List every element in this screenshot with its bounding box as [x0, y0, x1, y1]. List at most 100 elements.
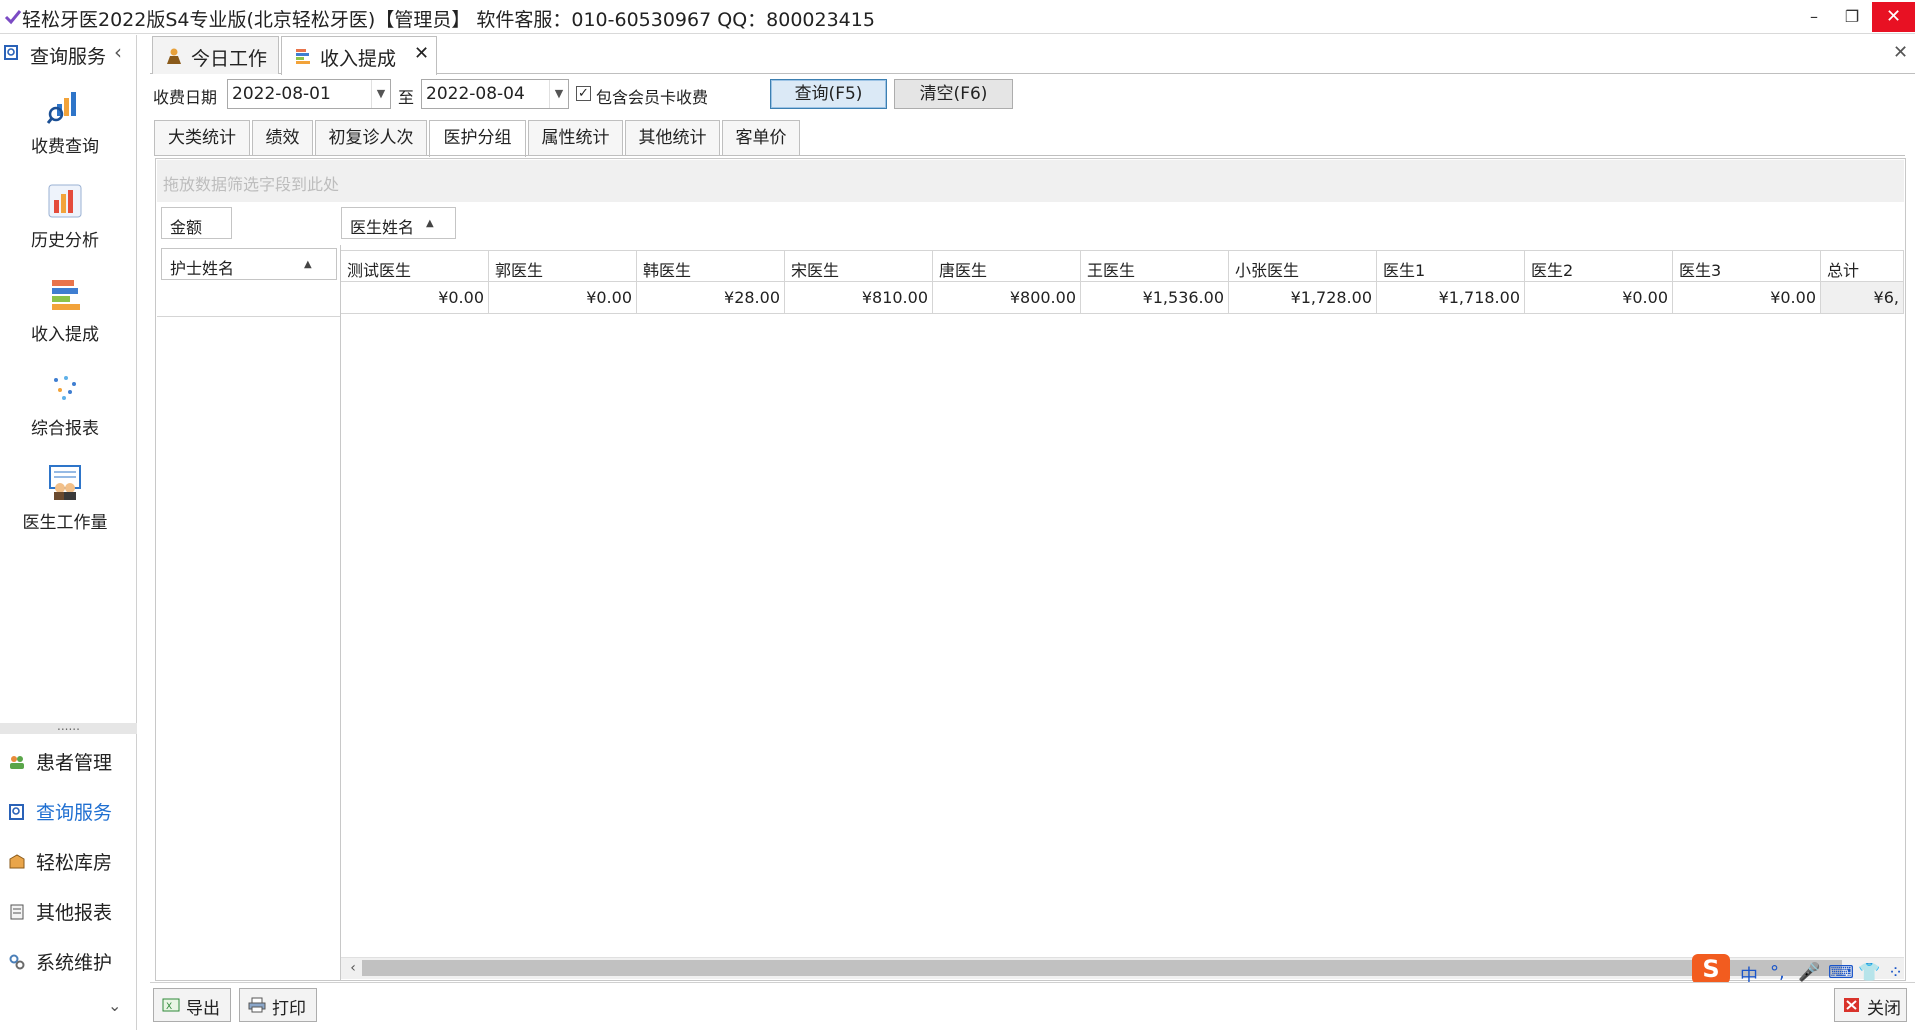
subtab-visit-count[interactable]: 初复诊人次 [315, 120, 427, 156]
sort-ascending-icon[interactable]: ▲ [304, 259, 312, 270]
value-cell[interactable]: ¥28.00 [637, 282, 785, 314]
work-person-icon [167, 48, 181, 64]
dots-report-icon [54, 376, 76, 400]
date-label: 收费日期 [153, 88, 218, 107]
column-header[interactable]: 医生3 [1673, 250, 1821, 282]
scrollbar-thumb[interactable] [362, 960, 1842, 976]
column-header[interactable]: 总计 [1821, 250, 1904, 282]
window-close-button[interactable]: ✕ [1872, 2, 1915, 32]
column-header[interactable]: 测试医生 [341, 250, 489, 282]
value-cell[interactable]: ¥0.00 [1525, 282, 1673, 314]
sidebar-item-summary-report[interactable]: 综合报表 [0, 370, 137, 450]
value-cell-text: ¥6, [1873, 288, 1899, 307]
ime-logo-icon[interactable]: S [1692, 954, 1730, 984]
subtab-avg-ticket[interactable]: 客单价 [722, 120, 800, 156]
subtab-attribute-stats[interactable]: 属性统计 [528, 120, 623, 156]
nav-other-reports[interactable]: 其他报表 [8, 897, 136, 927]
close-button[interactable]: 关闭 [1834, 988, 1907, 1022]
include-member-checkbox[interactable]: ✓ [576, 86, 591, 101]
value-cell-text: ¥1,718.00 [1438, 288, 1520, 307]
ime-skin-icon[interactable]: 👕 [1858, 962, 1880, 983]
column-header-label: 医生3 [1679, 261, 1722, 280]
restore-button[interactable]: ❐ [1834, 2, 1870, 32]
sidebar-item-doctor-workload[interactable]: 医生工作量 [0, 464, 137, 544]
sidebar-item-fee-query[interactable]: 收费查询 [0, 88, 137, 168]
sidebar-item-label: 收费查询 [31, 137, 99, 157]
ime-keyboard-icon[interactable]: ⌨ [1828, 962, 1854, 983]
value-cell-text: ¥810.00 [861, 288, 928, 307]
value-cell[interactable]: ¥1,718.00 [1377, 282, 1525, 314]
sidebar-item-income-commission[interactable]: 收入提成 [0, 276, 137, 356]
column-header-label: 王医生 [1087, 261, 1136, 280]
sidebar-item-history-analysis[interactable]: 历史分析 [0, 182, 137, 262]
subtab-category-stats[interactable]: 大类统计 [154, 120, 250, 156]
date-to-field[interactable]: 2022-08-04 ▼ [421, 79, 569, 109]
chevron-down-icon[interactable]: ▼ [549, 80, 568, 108]
close-all-tabs-icon[interactable]: ✕ [1893, 42, 1908, 63]
sort-ascending-icon[interactable]: ▲ [426, 218, 434, 229]
row-area-border [340, 245, 341, 980]
value-cell[interactable]: ¥1,728.00 [1229, 282, 1377, 314]
sidebar-collapse-icon[interactable]: ‹ [114, 40, 122, 64]
value-cell[interactable]: ¥6, [1821, 282, 1904, 314]
column-header[interactable]: 小张医生 [1229, 250, 1377, 282]
ime-voice-icon[interactable]: 🎤 [1798, 962, 1820, 983]
tab-close-icon[interactable]: ✕ [414, 43, 429, 64]
close-label: 关闭 [1867, 999, 1901, 1019]
bottom-toolbar [150, 982, 1915, 1030]
tab-today-work[interactable]: 今日工作 [152, 36, 279, 74]
value-cell-text: ¥28.00 [724, 288, 780, 307]
value-cell[interactable]: ¥1,536.00 [1081, 282, 1229, 314]
scroll-left-arrow-icon[interactable]: ‹ [343, 957, 363, 979]
value-cell[interactable]: ¥800.00 [933, 282, 1081, 314]
column-header[interactable]: 郭医生 [489, 250, 637, 282]
subtab-other-stats[interactable]: 其他统计 [625, 120, 720, 156]
nav-patient-management[interactable]: 患者管理 [8, 747, 136, 777]
nav-warehouse[interactable]: 轻松库房 [8, 847, 136, 877]
ime-punctuation-icon[interactable]: °, [1770, 962, 1785, 983]
row-field-nurse-name[interactable]: 护士姓名 ▲ [161, 248, 337, 280]
column-header[interactable]: 王医生 [1081, 250, 1229, 282]
filter-drop-area[interactable] [157, 160, 1904, 202]
column-header[interactable]: 医生2 [1525, 250, 1673, 282]
sidebar-splitter[interactable]: ...... [0, 720, 137, 734]
nav-system-maintenance[interactable]: 系统维护 [8, 947, 136, 977]
nav-label: 其他报表 [36, 902, 113, 924]
nav-label: 系统维护 [36, 952, 113, 974]
column-header[interactable]: 宋医生 [785, 250, 933, 282]
nav-label: 查询服务 [36, 802, 113, 824]
export-button[interactable]: X 导出 [153, 988, 231, 1022]
nav-query-service[interactable]: 查询服务 [8, 797, 136, 827]
column-field-doctor-name[interactable]: 医生姓名 ▲ [341, 207, 456, 239]
column-header[interactable]: 韩医生 [637, 250, 785, 282]
subtab-medical-group[interactable]: 医护分组 [429, 120, 526, 157]
export-label: 导出 [186, 999, 220, 1019]
tab-income-commission[interactable]: 收入提成 ✕ [281, 36, 437, 75]
subtab-performance[interactable]: 绩效 [252, 120, 313, 156]
column-header-label: 总计 [1827, 261, 1860, 280]
print-button[interactable]: 打印 [239, 988, 317, 1022]
ime-menu-icon[interactable]: ⁘ [1888, 962, 1903, 983]
date-to-value: 2022-08-04 [426, 84, 525, 104]
clear-button[interactable]: 清空(F6) [894, 79, 1013, 109]
value-cell[interactable]: ¥0.00 [489, 282, 637, 314]
query-icon [4, 45, 18, 60]
column-header[interactable]: 医生1 [1377, 250, 1525, 282]
query-button[interactable]: 查询(F5) [770, 79, 887, 109]
value-cell-text: ¥0.00 [586, 288, 632, 307]
value-cell[interactable]: ¥810.00 [785, 282, 933, 314]
column-header[interactable]: 唐医生 [933, 250, 1081, 282]
data-field-amount[interactable]: 金额 [161, 207, 232, 239]
value-cell[interactable]: ¥0.00 [1673, 282, 1821, 314]
reports-icon [10, 904, 24, 920]
minimize-button[interactable]: – [1796, 2, 1832, 32]
stacked-bars-icon [296, 49, 310, 64]
date-from-field[interactable]: 2022-08-01 ▼ [227, 79, 391, 109]
chevron-down-icon[interactable]: ▼ [371, 80, 390, 108]
value-cell-text: ¥1,536.00 [1142, 288, 1224, 307]
printer-icon [248, 997, 266, 1013]
sidebar-more-chevron-icon[interactable]: ⌄ [108, 996, 121, 1015]
history-chart-icon [48, 184, 82, 218]
value-cell[interactable]: ¥0.00 [341, 282, 489, 314]
sidebar-item-label: 收入提成 [31, 325, 99, 345]
